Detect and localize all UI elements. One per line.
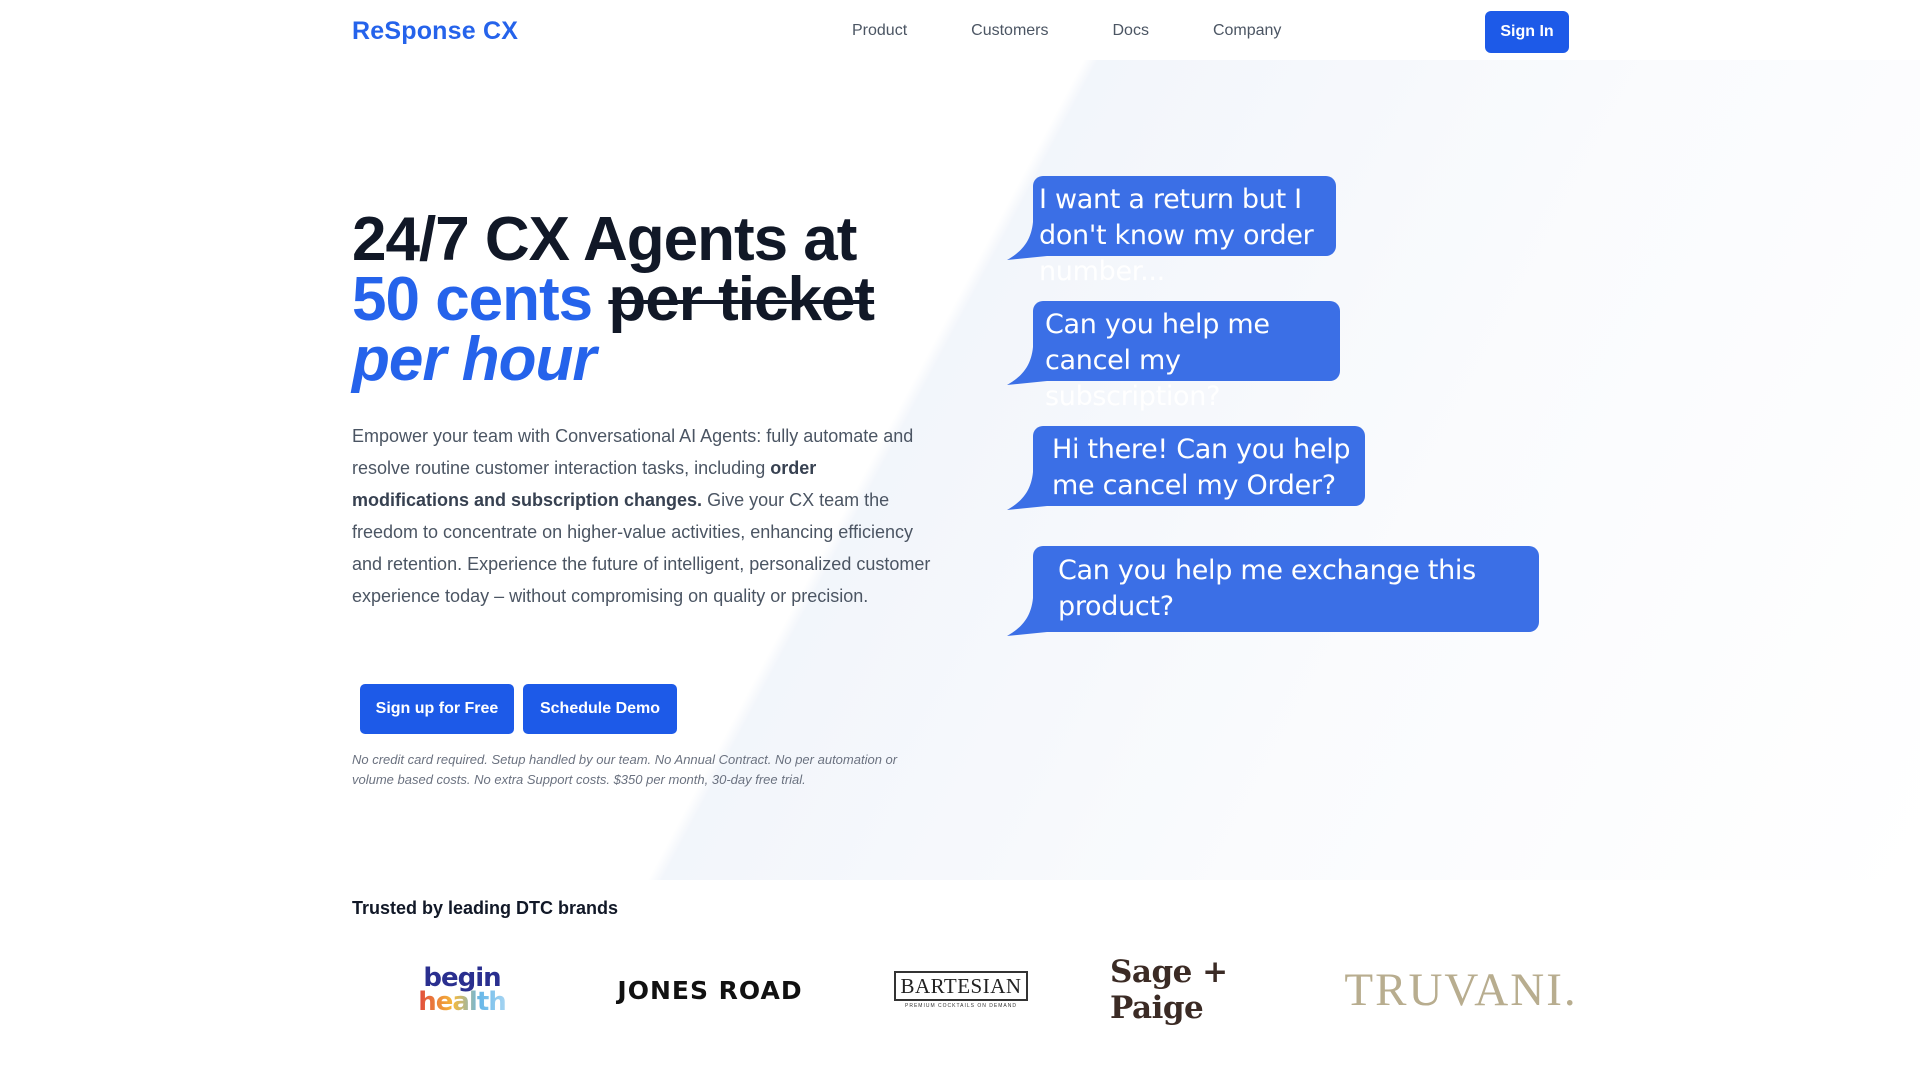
chat-bubble: Hi there! Can you help me cancel my Orde… [1007,426,1365,510]
hero-description-part1: Empower your team with Conversational AI… [352,426,914,478]
schedule-demo-button[interactable]: Schedule Demo [523,684,677,734]
headline-line-1: 24/7 CX Agents at [352,205,857,274]
chat-bubble-text: Can you help me cancel my subscription? [1045,309,1270,412]
begin-health-logo-line2: health [418,987,507,1017]
headline-struck-text: per ticket [608,265,875,334]
nav-link-product[interactable]: Product [852,22,907,40]
chat-bubble: I want a return but I don't know my orde… [1007,176,1336,287]
bartesian-logo: BARTESIAN PREMIUM COCKTAILS ON DEMAND [894,960,1028,1020]
nav-links: Product Customers Docs Company [852,22,1281,40]
sage-paige-logo: Sage + Paige [1110,954,1228,1026]
bartesian-logo-text: BARTESIAN [894,971,1028,1001]
background-sheen [0,60,1920,880]
headline-price: 50 cents [352,265,593,334]
headline-line-2: 50 cents per ticket [352,269,875,331]
pricing-fineprint: No credit card required. Setup handled b… [352,752,898,787]
top-nav: ReSponse CX Product Customers Docs Compa… [0,0,1920,64]
bartesian-logo-tagline: PREMIUM COCKTAILS ON DEMAND [905,1003,1017,1009]
trusted-heading: Trusted by leading DTC brands [352,898,619,918]
brand-logo[interactable]: ReSponse CX [352,17,518,46]
sign-up-free-button[interactable]: Sign up for Free [360,684,514,734]
headline-line-3: per hour [352,325,596,394]
hero-description: Empower your team with Conversational AI… [352,420,932,612]
chat-bubble-text: I want a return but I don't know my orde… [1039,184,1314,287]
sign-in-button[interactable]: Sign In [1485,11,1569,53]
nav-link-company[interactable]: Company [1213,22,1281,40]
chat-bubble-text: Hi there! Can you help me cancel my Orde… [1052,434,1351,501]
jones-road-logo: JONES ROAD [617,975,803,1005]
chat-bubble-text: Can you help me exchange this product? [1058,555,1476,622]
chat-bubble: Can you help me exchange this product? [1007,546,1539,636]
truvani-logo: TRUVANI. [1344,964,1578,1016]
nav-link-docs[interactable]: Docs [1113,22,1149,40]
begin-health-logo: begin health [412,960,512,1020]
nav-link-customers[interactable]: Customers [971,22,1048,40]
chat-bubble: Can you help me cancel my subscription? [1007,301,1340,412]
hero-headline: 24/7 CX Agents at 50 cents per ticket pe… [352,205,875,394]
